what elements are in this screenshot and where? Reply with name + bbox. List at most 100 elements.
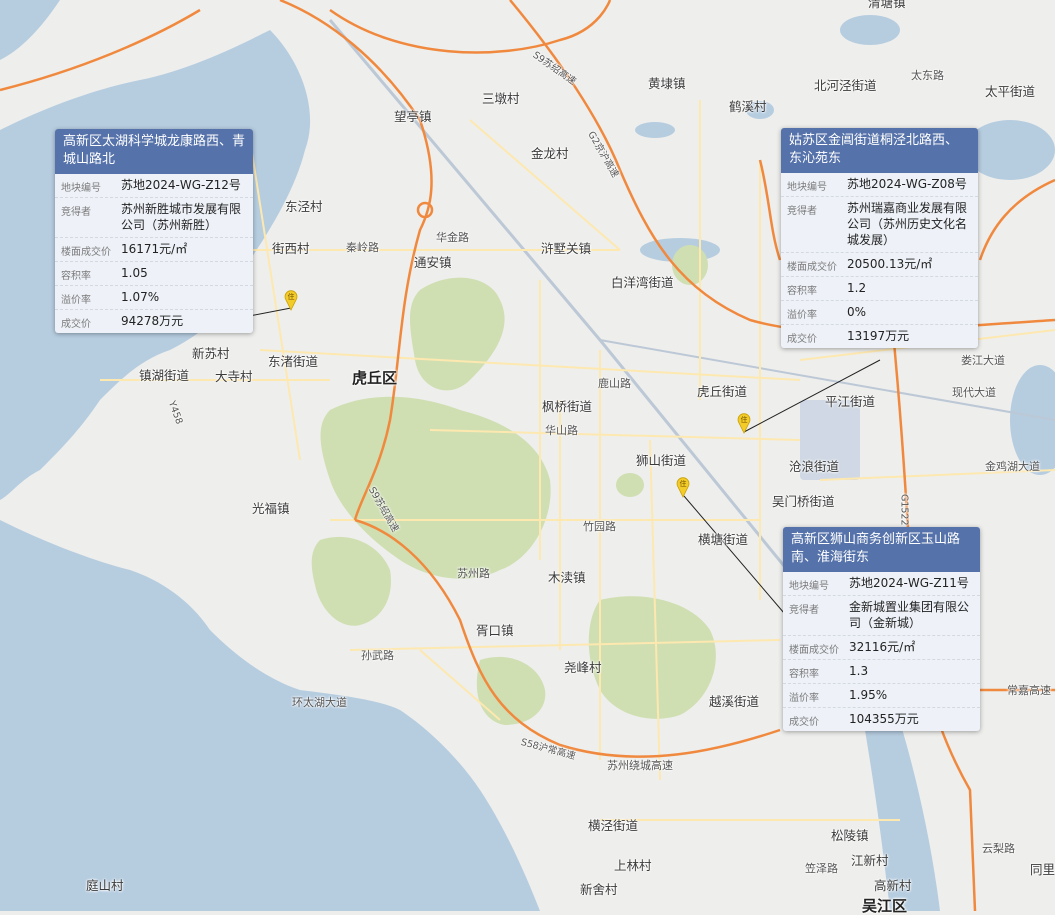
label-xinshe: 新舍村 xyxy=(580,882,618,897)
card-key: 地块编号 xyxy=(789,581,829,592)
card-row: 地块编号 苏地2024-WG-Z08号 xyxy=(781,173,978,196)
card-value: 1.07% xyxy=(121,290,160,304)
label-hengtang: 横塘街道 xyxy=(698,532,749,547)
card-row: 成交价 104355万元 xyxy=(783,707,980,731)
label-yaofeng: 尧峰村 xyxy=(564,660,602,675)
info-card-z12[interactable]: 高新区太湖科学城龙康路西、青城山路北 地块编号 苏地2024-WG-Z12号 竞得… xyxy=(55,129,253,333)
label-zhuyuan: 竹园路 xyxy=(583,520,616,533)
label-dongjing: 东泾村 xyxy=(285,199,323,214)
card-value: 13197万元 xyxy=(847,329,910,343)
card-value: 苏州瑞嘉商业发展有限公司（苏州历史文化名城发展） xyxy=(847,201,968,247)
svg-text:住: 住 xyxy=(680,479,687,488)
label-loujiang: 娄江大道 xyxy=(961,354,1005,367)
card-value: 1.3 xyxy=(849,664,869,678)
label-lianze: 笠泽路 xyxy=(805,862,838,875)
card-row: 竞得者 金新城置业集团有限公司（金新城） xyxy=(783,595,980,635)
card-key: 溢价率 xyxy=(789,693,819,704)
label-guangfu: 光福镇 xyxy=(252,501,290,516)
card-title: 高新区狮山商务创新区玉山路南、淮海街东 xyxy=(783,527,980,572)
label-dasi: 大寺村 xyxy=(215,369,253,384)
card-value: 0% xyxy=(847,305,867,319)
card-title: 姑苏区金阊街道桐泾北路西、东沁苑东 xyxy=(781,128,978,173)
card-value: 104355万元 xyxy=(849,712,919,726)
info-card-z11[interactable]: 高新区狮山商务创新区玉山路南、淮海街东 地块编号 苏地2024-WG-Z11号 竞… xyxy=(783,527,980,731)
label-huqiujd: 虎丘街道 xyxy=(697,384,748,399)
info-card-z08[interactable]: 姑苏区金阊街道桐泾北路西、东沁苑东 地块编号 苏地2024-WG-Z08号 竞得者… xyxy=(781,128,978,348)
card-key: 溢价率 xyxy=(787,310,817,321)
map-pin-z11[interactable]: 住 xyxy=(675,476,691,498)
card-value: 苏地2024-WG-Z12号 xyxy=(121,178,241,192)
card-key: 溢价率 xyxy=(61,295,91,306)
card-value: 1.05 xyxy=(121,266,148,280)
label-beihejing: 北河泾街道 xyxy=(814,78,877,93)
card-row: 成交价 94278万元 xyxy=(55,309,253,333)
label-jinlong: 金龙村 xyxy=(531,146,569,161)
label-huqiu-district: 虎丘区 xyxy=(352,369,398,387)
card-key: 竞得者 xyxy=(787,206,817,217)
park-baiyang xyxy=(672,245,708,285)
card-row: 楼面成交价 20500.13元/㎡ xyxy=(781,252,978,276)
card-key: 楼面成交价 xyxy=(61,247,111,258)
label-qinling: 秦岭路 xyxy=(346,241,379,254)
card-key: 成交价 xyxy=(787,334,817,345)
card-value: 94278万元 xyxy=(121,314,184,328)
label-gaoxin: 高新村 xyxy=(874,878,912,893)
card-row: 成交价 13197万元 xyxy=(781,324,978,348)
label-hexin: 鹤溪村 xyxy=(729,99,767,114)
card-key: 容积率 xyxy=(61,271,91,282)
label-wangting: 望亭镇 xyxy=(394,109,432,124)
label-xushuguan: 浒墅关镇 xyxy=(541,241,592,256)
label-yuexi: 越溪街道 xyxy=(709,694,760,709)
map-pin-z12[interactable]: 住 xyxy=(283,289,299,311)
card-key: 楼面成交价 xyxy=(787,262,837,273)
label-songling: 松陵镇 xyxy=(831,828,869,843)
label-changjia: 常嘉高速 xyxy=(1007,684,1051,697)
card-key: 楼面成交价 xyxy=(789,645,839,656)
card-row: 地块编号 苏地2024-WG-Z11号 xyxy=(783,572,980,595)
label-lushan: 鹿山路 xyxy=(598,377,631,390)
lake-islet-1 xyxy=(13,596,37,614)
label-suzhoulu: 苏州路 xyxy=(457,567,490,580)
label-huajin: 华金路 xyxy=(436,231,469,244)
card-key: 竞得者 xyxy=(61,207,91,218)
card-rows: 地块编号 苏地2024-WG-Z11号 竞得者 金新城置业集团有限公司（金新城） 楼… xyxy=(783,572,980,731)
pond-1 xyxy=(635,122,675,138)
label-huantaihu: 环太湖大道 xyxy=(292,696,347,709)
label-dingshan: 庭山村 xyxy=(86,878,124,893)
label-tongan: 通安镇 xyxy=(414,255,452,270)
map-pin-z08[interactable]: 住 xyxy=(736,412,752,434)
card-value: 20500.13元/㎡ xyxy=(847,257,933,271)
label-baiyangwan: 白洋湾街道 xyxy=(611,275,674,290)
card-row: 地块编号 苏地2024-WG-Z12号 xyxy=(55,174,253,197)
label-jiexi: 街西村 xyxy=(272,241,310,256)
label-huashan: 华山路 xyxy=(545,424,578,437)
card-row: 容积率 1.2 xyxy=(781,276,978,300)
label-raocheng: 苏州绕城高速 xyxy=(607,759,673,772)
card-value: 苏地2024-WG-Z08号 xyxy=(847,177,967,191)
label-tongli: 同里 xyxy=(1030,862,1055,877)
label-taiping: 太平街道 xyxy=(985,84,1036,99)
card-row: 竞得者 苏州瑞嘉商业发展有限公司（苏州历史文化名城发展） xyxy=(781,196,978,252)
label-yunli: 云梨路 xyxy=(982,842,1015,855)
label-xinsu: 新苏村 xyxy=(192,346,230,361)
label-fengqiao: 枫桥街道 xyxy=(542,399,593,414)
card-row: 容积率 1.3 xyxy=(783,659,980,683)
card-row: 容积率 1.05 xyxy=(55,261,253,285)
card-value: 1.2 xyxy=(847,281,867,295)
card-key: 成交价 xyxy=(61,319,91,330)
label-dongzhu: 东渚街道 xyxy=(268,354,319,369)
card-rows: 地块编号 苏地2024-WG-Z12号 竞得者 苏州新胜城市发展有限公司（苏州新胜）… xyxy=(55,174,253,333)
label-xukou: 胥口镇 xyxy=(476,623,514,638)
card-key: 地块编号 xyxy=(787,182,827,193)
card-value: 苏地2024-WG-Z11号 xyxy=(849,576,969,590)
label-mudu: 木渎镇 xyxy=(548,570,586,585)
card-title: 高新区太湖科学城龙康路西、青城山路北 xyxy=(55,129,253,174)
label-pingjiang: 平江街道 xyxy=(825,394,876,409)
label-hengjing: 横泾街道 xyxy=(588,818,639,833)
card-row: 溢价率 1.07% xyxy=(55,285,253,309)
label-canglang: 沧浪街道 xyxy=(789,459,840,474)
card-value: 32116元/㎡ xyxy=(849,640,916,654)
label-sandun: 三墩村 xyxy=(482,91,520,106)
card-row: 竞得者 苏州新胜城市发展有限公司（苏州新胜） xyxy=(55,197,253,237)
label-huangdai: 黄埭镇 xyxy=(648,76,686,91)
